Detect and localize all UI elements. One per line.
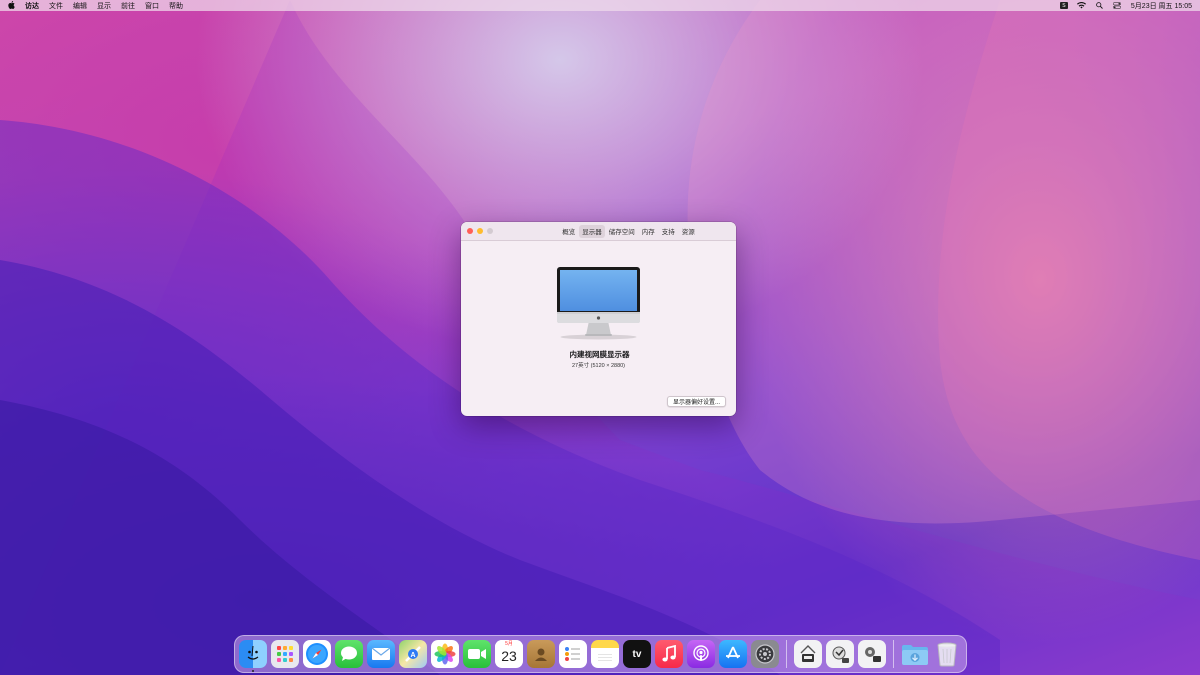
calendar-icon[interactable]: 5月 23 — [495, 640, 523, 668]
menu-file[interactable]: 文件 — [49, 1, 63, 11]
tab-support[interactable]: 支持 — [659, 225, 678, 238]
tab-storage[interactable]: 储存空间 — [606, 225, 638, 238]
trash-icon[interactable] — [933, 640, 961, 668]
mail-icon[interactable] — [367, 640, 395, 668]
maps-icon[interactable]: A — [399, 640, 427, 668]
menubar-clock[interactable]: 5月23日 周五 15:05 — [1131, 1, 1192, 11]
launchpad-icon[interactable] — [271, 640, 299, 668]
menu-edit[interactable]: 编辑 — [73, 1, 87, 11]
zoom-button — [487, 228, 493, 234]
spotlight-search-icon[interactable] — [1095, 2, 1104, 9]
podcasts-icon[interactable] — [687, 640, 715, 668]
imac-display-image — [556, 266, 641, 341]
system-preferences-icon[interactable] — [751, 640, 779, 668]
apple-tv-label: tv — [632, 648, 642, 660]
display-name: 内建视网膜显示器 — [569, 350, 630, 359]
control-center-icon[interactable] — [1113, 2, 1122, 9]
apple-logo-icon[interactable] — [8, 0, 15, 11]
svg-text:A: A — [410, 652, 415, 659]
photos-icon[interactable] — [431, 640, 459, 668]
minimize-button[interactable] — [477, 228, 483, 234]
calendar-day: 23 — [501, 648, 517, 664]
window-titlebar[interactable]: 概览 显示器 储存空间 内存 支持 资源 — [461, 222, 736, 241]
apple-tv-icon[interactable]: tv — [623, 640, 651, 668]
dock: A 5月 23 tv — [234, 635, 967, 673]
notes-icon[interactable] — [591, 640, 619, 668]
app-store-icon[interactable] — [719, 640, 747, 668]
utility-app-3-icon[interactable] — [858, 640, 886, 668]
display-preferences-button[interactable]: 显示器偏好设置... — [666, 396, 726, 407]
tab-memory[interactable]: 内存 — [639, 225, 658, 238]
reminders-icon[interactable] — [559, 640, 587, 668]
tab-resources[interactable]: 资源 — [679, 225, 698, 238]
utility-app-1-icon[interactable] — [794, 640, 822, 668]
music-icon[interactable] — [655, 640, 683, 668]
menu-window[interactable]: 窗口 — [145, 1, 159, 11]
app-menu[interactable]: 访达 — [25, 1, 39, 11]
dock-separator — [893, 640, 894, 668]
calendar-month: 5月 — [495, 640, 523, 648]
tab-displays[interactable]: 显示器 — [579, 224, 605, 238]
about-this-mac-window: 概览 显示器 储存空间 内存 支持 资源 内建视网膜显示器 27英寸 (5120… — [461, 222, 736, 416]
facetime-icon[interactable] — [463, 640, 491, 668]
wifi-icon[interactable] — [1076, 2, 1086, 9]
menu-help[interactable]: 帮助 — [169, 1, 183, 11]
menu-view[interactable]: 显示 — [97, 1, 111, 11]
menu-go[interactable]: 前往 — [121, 1, 135, 11]
downloads-folder-icon[interactable] — [901, 640, 929, 668]
safari-icon[interactable] — [303, 640, 331, 668]
contacts-icon[interactable] — [527, 640, 555, 668]
menu-bar: 访达 文件 编辑 显示 前往 窗口 帮助 S 5月23日 周五 15:05 — [0, 0, 1200, 11]
tab-bar: 概览 显示器 储存空间 内存 支持 资源 — [559, 224, 698, 238]
display-spec: 27英寸 (5120 × 2880) — [571, 363, 626, 369]
messages-icon[interactable] — [335, 640, 363, 668]
close-button[interactable] — [467, 228, 473, 234]
finder-icon[interactable] — [239, 640, 267, 672]
window-content: 内建视网膜显示器 27英寸 (5120 × 2880) 显示器偏好设置... — [461, 241, 736, 416]
input-source-icon[interactable]: S — [1059, 2, 1068, 9]
dock-separator — [786, 640, 787, 668]
utility-app-2-icon[interactable] — [826, 640, 854, 668]
tab-overview[interactable]: 概览 — [559, 225, 578, 238]
